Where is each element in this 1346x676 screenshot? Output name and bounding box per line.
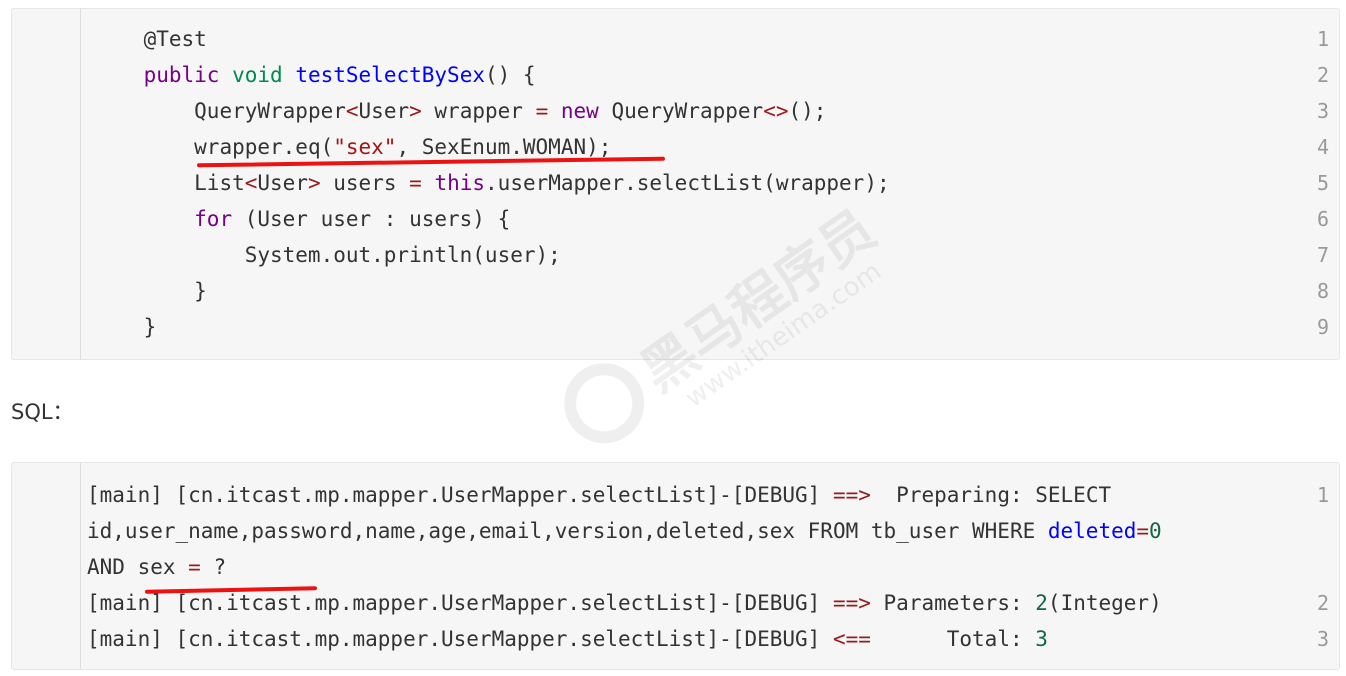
code-line: id,user_name,password,name,age,email,ver… (87, 513, 1162, 549)
code-token: new (560, 99, 599, 123)
watermark-logo-icon (548, 347, 660, 459)
code-token: <== (832, 627, 871, 651)
code-line: AND sex = ? (87, 549, 226, 585)
code-line: QueryWrapper<User> wrapper = new QueryWr… (93, 93, 826, 129)
code-token: this (434, 171, 486, 195)
code-token: ==> (832, 591, 871, 615)
code-token: User (358, 99, 410, 123)
line-number (1289, 513, 1329, 549)
code-token: for (194, 207, 233, 231)
code-token: (); (788, 99, 827, 123)
code-line: System.out.println(user); (93, 237, 561, 273)
code-token: = (535, 99, 549, 123)
code-token: , SexEnum.WOMAN); (396, 135, 612, 159)
code-line: [main] [cn.itcast.mp.mapper.UserMapper.s… (87, 477, 1111, 513)
line-number: 9 (1316, 315, 1329, 339)
line-number (1289, 549, 1329, 585)
code-token: = (1136, 519, 1150, 543)
code-token: < (345, 99, 359, 123)
code-line: } (93, 309, 157, 345)
code-token: QueryWrapper (598, 99, 764, 123)
line-number: 3 (1316, 99, 1329, 123)
code-token: [main] [cn.itcast.mp.mapper.UserMapper.s… (87, 483, 833, 507)
code-token: ==> (832, 483, 871, 507)
line-number: 4 (1316, 135, 1329, 159)
code-token: Preparing: SELECT (870, 483, 1112, 507)
code-token: System.out.println(user); (244, 243, 561, 267)
code-line: List<User> users = this.userMapper.selec… (93, 165, 890, 201)
line-number: 6 (1316, 207, 1329, 231)
line-number: 3 (1316, 627, 1329, 651)
code-token: Total: (870, 627, 1036, 651)
line-number: 1 (1316, 483, 1329, 507)
code-token: QueryWrapper (194, 99, 346, 123)
code-token: List (194, 171, 245, 195)
code-token: > (307, 171, 321, 195)
code-line: for (User user : users) { (93, 201, 510, 237)
code-token: () { (484, 63, 536, 87)
line-number: 1 (1316, 27, 1329, 51)
line-number: 8 (1316, 279, 1329, 303)
code-token: id,user_name,password,name,age,email,ver… (87, 519, 1048, 543)
line-number: 2 (1316, 591, 1329, 615)
line-number: 5 (1316, 171, 1329, 195)
code-token: (User user : users) { (232, 207, 511, 231)
code-token: <> (763, 99, 789, 123)
code-token: = (409, 171, 422, 195)
code-token: wrapper.eq( (194, 135, 334, 159)
code-token: users (320, 171, 410, 195)
code-token: 0 (1149, 519, 1162, 543)
code-token: } (143, 315, 157, 339)
code-block-sql-log: 1 [main] [cn.itcast.mp.mapper.UserMapper.… (11, 462, 1340, 670)
code-token: User (257, 171, 308, 195)
code-token: deleted (1047, 519, 1137, 543)
code-line: public void testSelectBySex() { (93, 57, 536, 93)
code-token: 3 (1035, 627, 1048, 651)
code-token: > (409, 99, 422, 123)
line-number-gutter (12, 463, 81, 669)
code-token: void (232, 63, 283, 87)
code-token: .userMapper.selectList(wrapper); (485, 171, 890, 195)
code-token: Parameters: (870, 591, 1036, 615)
code-token: = (188, 555, 201, 579)
code-token: @Test (143, 27, 207, 51)
code-line: @Test (93, 21, 207, 57)
code-block-java: 1 @Test 2 public void testSelectBySex() {… (11, 8, 1340, 360)
code-token: } (194, 279, 207, 303)
code-token: [main] [cn.itcast.mp.mapper.UserMapper.s… (87, 627, 833, 651)
code-line: [main] [cn.itcast.mp.mapper.UserMapper.s… (87, 621, 1048, 657)
code-token: < (244, 171, 258, 195)
code-token: [main] [cn.itcast.mp.mapper.UserMapper.s… (87, 591, 833, 615)
code-token: wrapper (421, 99, 536, 123)
code-line: } (93, 273, 207, 309)
code-token: AND sex (87, 555, 189, 579)
line-number: 2 (1316, 63, 1329, 87)
code-token: testSelectBySex (295, 63, 485, 87)
code-token: "sex" (333, 135, 397, 159)
sql-label: SQL： (11, 400, 74, 424)
code-token: ? (200, 555, 227, 579)
code-token: (Integer) (1047, 591, 1162, 615)
line-number: 7 (1316, 243, 1329, 267)
line-number-gutter (12, 9, 81, 359)
code-token: 2 (1035, 591, 1048, 615)
code-token: public (143, 63, 220, 87)
